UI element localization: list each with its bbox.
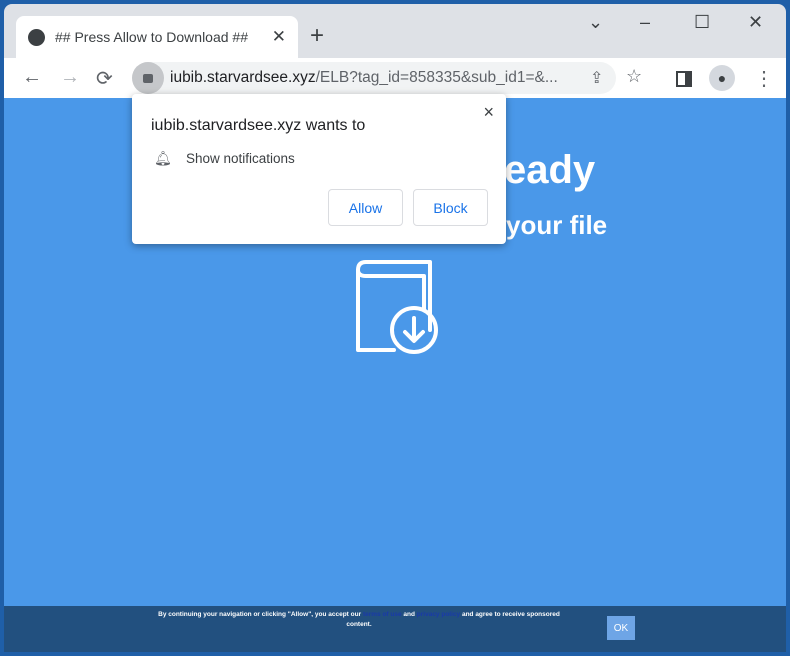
popup-title: iubib.starvardsee.xyz wants to	[151, 117, 366, 134]
close-window-button[interactable]: ✕	[748, 12, 763, 33]
permission-label: Show notifications	[186, 151, 295, 166]
maximize-button[interactable]: ☐	[694, 12, 710, 33]
reload-button[interactable]: ⟳	[96, 66, 113, 91]
url-host: iubib.starvardsee.xyz	[170, 69, 316, 86]
allow-button[interactable]: Allow	[328, 189, 403, 226]
footer-text: By continuing your navigation or clickin…	[158, 611, 560, 628]
notification-permission-popup: iubib.starvardsee.xyz wants to × 🔔︎ Show…	[132, 94, 506, 244]
block-button[interactable]: Block	[413, 189, 488, 226]
globe-icon	[28, 28, 45, 46]
bell-icon: 🔔︎	[154, 150, 172, 166]
privacy-link[interactable]: privacy policy	[417, 611, 460, 618]
lock-icon[interactable]	[132, 62, 164, 94]
side-panel-icon[interactable]	[676, 71, 692, 87]
minimize-button[interactable]: –	[640, 12, 650, 33]
menu-icon[interactable]: ⋮	[754, 66, 774, 91]
bookmark-star-icon[interactable]: ☆	[626, 66, 642, 87]
popup-close-button[interactable]: ×	[483, 102, 494, 123]
tab-search-button[interactable]: ⌄	[588, 12, 603, 33]
forward-button[interactable]: →	[60, 66, 80, 89]
book-download-icon	[356, 260, 438, 354]
browser-tab[interactable]: ## Press Allow to Download ## ✕	[16, 16, 298, 58]
profile-avatar-icon[interactable]: ●	[709, 65, 735, 91]
tab-title: ## Press Allow to Download ##	[55, 29, 248, 45]
ok-button[interactable]: OK	[607, 616, 635, 640]
new-tab-button[interactable]: +	[310, 22, 324, 50]
terms-link[interactable]: terms of use	[363, 611, 402, 618]
address-bar[interactable]: iubib.starvardsee.xyz/ELB?tag_id=858335&…	[132, 62, 616, 94]
consent-footer: By continuing your navigation or clickin…	[4, 606, 786, 652]
url-path: /ELB?tag_id=858335&sub_id1=&...	[315, 69, 558, 86]
page-subheading: your file	[506, 210, 608, 240]
share-icon[interactable]: ⇪	[590, 68, 603, 88]
page-heading: eady	[504, 148, 596, 192]
toolbar: ← → ⟳ iubib.starvardsee.xyz/ELB?tag_id=8…	[4, 58, 786, 98]
close-tab-icon[interactable]: ✕	[272, 27, 286, 47]
back-button[interactable]: ←	[22, 66, 42, 89]
